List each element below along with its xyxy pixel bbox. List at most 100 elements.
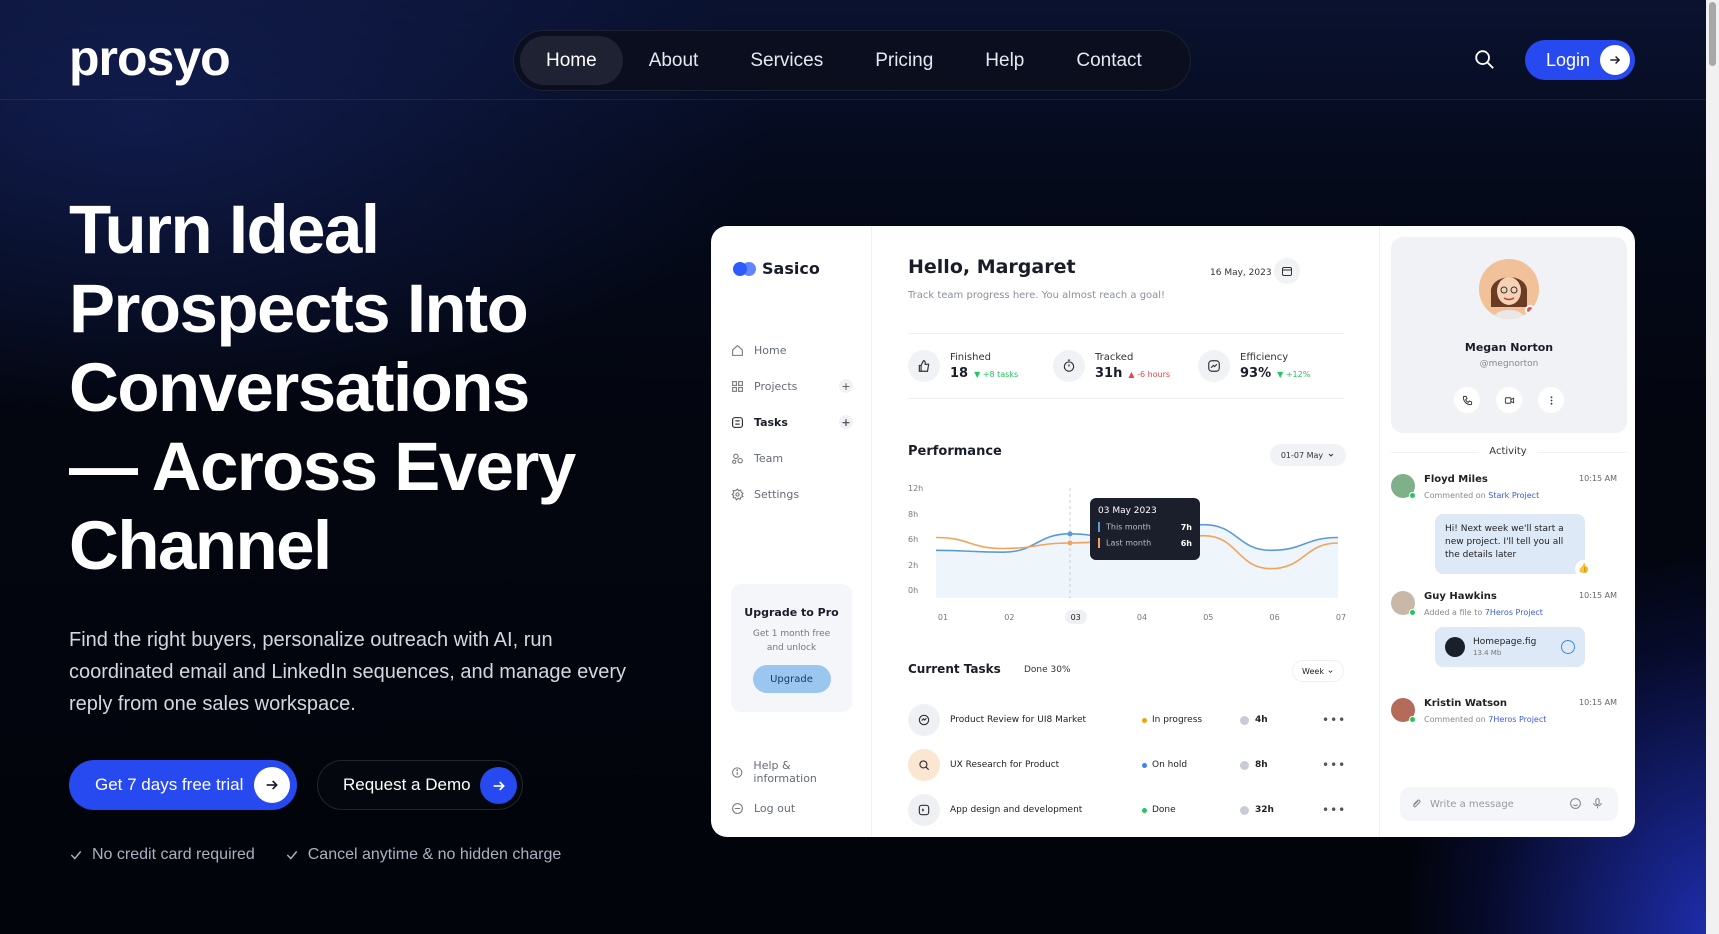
stat-change: ▼ +8 tasks: [974, 369, 1019, 379]
profile-actions: [1454, 387, 1564, 413]
nav-home[interactable]: Home: [520, 36, 623, 85]
sidebar-item-label: Home: [754, 343, 787, 357]
search-icon[interactable]: [1473, 48, 1495, 70]
check-icon: [70, 851, 82, 860]
x-tick[interactable]: 06: [1264, 610, 1286, 624]
range-label: 01-07 May: [1280, 450, 1324, 460]
sidebar-item-home[interactable]: Home: [731, 332, 853, 368]
avatar[interactable]: [1391, 698, 1416, 723]
emoji-icon[interactable]: [1569, 797, 1582, 810]
performance-title: Performance: [908, 444, 1002, 459]
tooltip-row: Last month 6h: [1098, 538, 1192, 548]
avatar[interactable]: [1391, 474, 1416, 499]
x-tick[interactable]: 02: [998, 610, 1020, 624]
stat-change: ▲ -6 hours: [1128, 369, 1171, 379]
more-icon[interactable]: •••: [1322, 758, 1346, 772]
tooltip-label: This month: [1106, 522, 1151, 532]
avatar[interactable]: [1479, 259, 1539, 319]
paperclip-icon[interactable]: [1410, 798, 1422, 810]
x-tick[interactable]: 01: [932, 610, 954, 624]
task-row[interactable]: Product Review for UI8 Market In progres…: [908, 702, 1348, 738]
add-task-button[interactable]: +: [839, 415, 853, 429]
thumbs-up-icon: [908, 350, 940, 382]
sidebar-item-settings[interactable]: Settings: [731, 476, 853, 512]
sidebar-item-tasks[interactable]: Tasks +: [731, 404, 853, 440]
y-tick: 8h: [908, 509, 919, 519]
x-tick[interactable]: 04: [1131, 610, 1153, 624]
nav-services[interactable]: Services: [724, 36, 849, 85]
tooltip-date: 03 May 2023: [1098, 506, 1157, 516]
scrollbar[interactable]: [1706, 0, 1719, 934]
activity-user: Floyd Miles: [1424, 474, 1488, 485]
y-tick: 2h: [908, 560, 919, 570]
sidebar-item-label: Tasks: [754, 415, 788, 429]
task-row[interactable]: App design and development Done 32h •••: [908, 792, 1348, 828]
stat-tracked: Tracked 31h ▲ -6 hours: [1053, 350, 1198, 382]
activity-time: 10:15 AM: [1579, 591, 1617, 600]
nav-contact[interactable]: Contact: [1050, 36, 1167, 85]
login-button[interactable]: Login: [1525, 40, 1635, 80]
profile-card: Megan Norton @megnorton: [1391, 237, 1627, 433]
phone-icon[interactable]: [1454, 387, 1480, 413]
activity-item: Kristin Watson 10:15 AM Commented on 7He…: [1391, 698, 1627, 738]
benefit-text: No credit card required: [92, 846, 255, 863]
activity-link[interactable]: 7Heros Project: [1488, 715, 1546, 724]
nav-help[interactable]: Help: [959, 36, 1050, 85]
benefit-text: Cancel anytime & no hidden charge: [307, 846, 562, 863]
activity-link[interactable]: Stark Project: [1488, 491, 1539, 500]
calendar-button[interactable]: [1274, 258, 1300, 284]
avatar[interactable]: [1391, 591, 1416, 616]
video-icon[interactable]: [1496, 387, 1522, 413]
task-status: On hold: [1142, 760, 1240, 770]
add-project-button[interactable]: +: [839, 379, 853, 393]
task-row[interactable]: UX Research for Product On hold 8h •••: [908, 747, 1348, 783]
message-input[interactable]: Write a message: [1400, 787, 1618, 821]
current-tasks-title: Current Tasks: [908, 662, 1001, 676]
task-status: In progress: [1142, 715, 1240, 725]
upgrade-button[interactable]: Upgrade: [752, 665, 831, 693]
free-trial-button[interactable]: Get 7 days free trial: [69, 760, 297, 810]
status-badge: [1525, 305, 1535, 315]
data-point: [1067, 531, 1073, 537]
tasks-filter-select[interactable]: Week: [1292, 660, 1344, 682]
sidebar-item-logout[interactable]: Log out: [731, 790, 853, 826]
chart-tooltip: 03 May 2023 This month 7h Last month 6h: [1090, 498, 1200, 560]
x-tick[interactable]: 05: [1197, 610, 1219, 624]
nav-pricing[interactable]: Pricing: [849, 36, 959, 85]
hero-title-line: Prospects Into: [69, 270, 529, 347]
logo[interactable]: prosyo: [69, 30, 231, 86]
tasks-icon: [732, 416, 743, 428]
request-demo-button[interactable]: Request a Demo: [317, 760, 523, 810]
nav-about[interactable]: About: [623, 36, 725, 85]
arrow-right-icon: [480, 767, 517, 804]
scrollbar-thumb[interactable]: [1709, 2, 1716, 66]
dashboard-sidebar: Sasico Home Projects + Tasks + Team Sett…: [711, 226, 872, 837]
y-tick: 12h: [908, 484, 924, 493]
thumbs-up-icon[interactable]: 👍: [1575, 560, 1593, 578]
tooltip-value: 7h: [1180, 522, 1192, 532]
benefit-item: No credit card required: [69, 846, 255, 864]
home-icon: [732, 344, 743, 356]
microphone-icon[interactable]: [1591, 797, 1604, 810]
stats-row: Finished 18 ▼ +8 tasks Tracked 31h ▲ -6 ho…: [908, 333, 1344, 399]
x-tick-selected[interactable]: 03: [1064, 610, 1087, 624]
more-icon[interactable]: •••: [1322, 803, 1346, 817]
activity-title: Activity: [1380, 446, 1635, 457]
performance-range-select[interactable]: 01-07 May: [1270, 444, 1346, 466]
sidebar-item-projects[interactable]: Projects +: [731, 368, 853, 404]
stat-finished: Finished 18 ▼ +8 tasks: [908, 350, 1053, 382]
activity-link[interactable]: 7Heros Project: [1485, 608, 1543, 617]
profile-name: Megan Norton: [1464, 341, 1554, 354]
file-attachment[interactable]: Homepage.fig 13.4 Mb: [1435, 627, 1585, 667]
x-tick[interactable]: 07: [1330, 610, 1352, 624]
sidebar-item-help[interactable]: Help & information: [731, 754, 853, 790]
more-vertical-icon[interactable]: [1538, 387, 1564, 413]
more-icon[interactable]: •••: [1322, 713, 1346, 727]
sidebar-item-team[interactable]: Team: [731, 440, 853, 476]
main-nav: Home About Services Pricing Help Contact: [513, 30, 1191, 91]
data-point: [1067, 540, 1073, 546]
message-bubble: Hi! Next week we'll start a new project.…: [1435, 514, 1593, 578]
greeting-title: Hello, Margaret: [908, 256, 1076, 278]
download-icon[interactable]: [1561, 640, 1575, 654]
sidebar-item-label: Log out: [754, 801, 796, 815]
